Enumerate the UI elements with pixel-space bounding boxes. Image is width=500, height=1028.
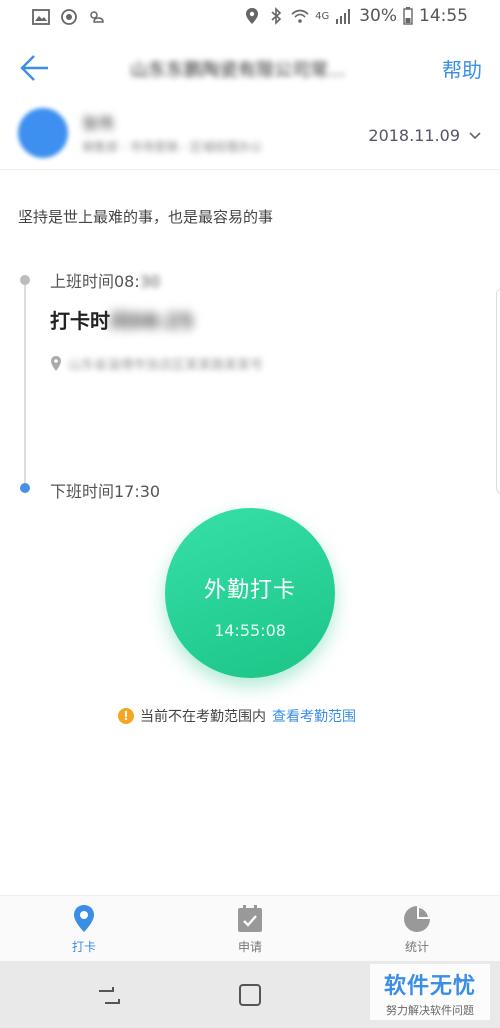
range-warning: ! 当前不在考勤范围内 查看考勤范围 xyxy=(118,706,356,726)
tab-stats[interactable]: 统计 xyxy=(367,904,467,955)
gallery-icon xyxy=(32,9,50,25)
side-drawer-handle[interactable] xyxy=(496,288,500,494)
page-title: 山东东鹏陶瓷有限公司常... xyxy=(130,60,346,80)
date-selector[interactable]: 2018.11.09 xyxy=(368,126,482,145)
home-icon[interactable] xyxy=(236,981,264,1009)
chevron-down-icon xyxy=(469,131,481,139)
view-range-link[interactable]: 查看考勤范围 xyxy=(272,706,356,726)
wifi-icon xyxy=(291,9,309,23)
clock: 14:55 xyxy=(419,6,468,26)
status-bar: 4G 30% 14:55 xyxy=(0,0,500,36)
user-department: 销售部 - 市场营销 - 区域经理办公 xyxy=(82,140,262,154)
warning-text: 当前不在考勤范围内 xyxy=(140,709,266,725)
recent-apps-icon[interactable] xyxy=(95,981,123,1009)
bluetooth-icon xyxy=(271,7,282,25)
avatar xyxy=(18,108,68,158)
battery-percent: 30% xyxy=(359,6,397,26)
network-type: 4G xyxy=(315,10,330,22)
user-header: 张伟 销售部 - 市场营销 - 区域经理办公 2018.11.09 xyxy=(0,100,500,170)
watermark-title: 软件无忧 xyxy=(383,974,476,999)
punch-record-value: 间08:25 xyxy=(110,309,194,333)
punch-record-label: 打卡时 xyxy=(50,309,110,333)
tab-punch[interactable]: 打卡 xyxy=(34,904,134,955)
tab-apply[interactable]: 申请 xyxy=(200,904,300,955)
back-arrow-icon[interactable] xyxy=(16,50,52,86)
tab-stats-label: 统计 xyxy=(404,940,429,954)
bottom-tab-bar: 打卡 申请 统计 xyxy=(0,895,500,961)
timeline-dot-end xyxy=(20,483,30,493)
punch-record: 打卡时间08:25 xyxy=(50,305,194,334)
motto-text: 坚持是世上最难的事，也是最容易的事 xyxy=(18,208,274,226)
watermark-logo: 软件无忧 努力解决软件问题 xyxy=(370,964,490,1020)
watermark-subtitle: 努力解决软件问题 xyxy=(386,1004,474,1017)
sync-icon xyxy=(61,9,77,25)
field-punch-label: 外勤打卡 xyxy=(203,578,296,603)
off-duty-time: 下班时间17:30 xyxy=(50,482,161,501)
warning-icon: ! xyxy=(118,708,134,724)
calendar-check-icon xyxy=(238,905,262,932)
punch-location: 山东省淄博市张店区某某路某某号 xyxy=(50,354,263,373)
status-right: 4G 30% 14:55 xyxy=(243,6,468,26)
location-pin-icon xyxy=(74,905,94,932)
user-name: 张伟 xyxy=(82,114,115,133)
location-text: 山东省淄博市张店区某某路某某号 xyxy=(68,358,264,373)
on-duty-time: 上班时间08:30 xyxy=(50,268,160,292)
battery-icon xyxy=(403,7,413,25)
location-icon xyxy=(246,8,259,24)
on-duty-label-tail: 30 xyxy=(139,272,161,291)
timeline-line xyxy=(24,282,26,486)
field-punch-button[interactable]: 外勤打卡 14:55:08 xyxy=(165,508,335,678)
location-pin-icon xyxy=(51,355,61,371)
status-left xyxy=(32,8,106,26)
date-value: 2018.11.09 xyxy=(368,126,460,145)
signal-icon xyxy=(336,9,351,24)
weather-icon xyxy=(90,11,104,23)
nav-bar: 山东东鹏陶瓷有限公司常... 帮助 xyxy=(0,36,500,100)
timeline-dot-start xyxy=(20,275,30,285)
pie-chart-icon xyxy=(404,906,430,932)
tab-apply-label: 申请 xyxy=(237,940,262,954)
help-button[interactable]: 帮助 xyxy=(442,54,482,83)
on-duty-label: 上班时间08: xyxy=(50,272,140,291)
current-time: 14:55:08 xyxy=(214,621,286,640)
tab-punch-label: 打卡 xyxy=(71,940,96,954)
